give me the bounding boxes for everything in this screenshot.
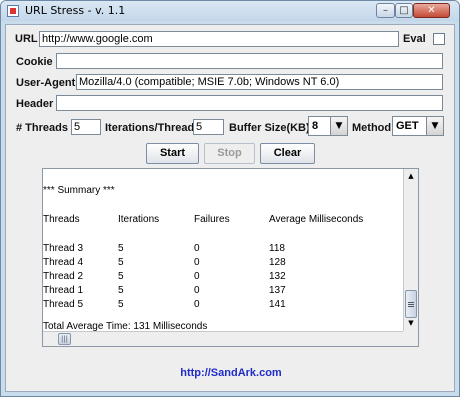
- close-button[interactable]: ✕: [413, 3, 450, 18]
- col-average-ms: Average Milliseconds: [269, 214, 364, 225]
- grip-line: [408, 304, 414, 305]
- cookie-label: Cookie: [16, 56, 53, 68]
- iterations-input[interactable]: 5: [193, 119, 224, 135]
- app-icon: [7, 5, 19, 17]
- eval-label: Eval: [403, 33, 426, 45]
- scrollbar-corner: [403, 331, 418, 346]
- horizontal-scroll-thumb[interactable]: |||: [58, 333, 71, 345]
- header-input[interactable]: [56, 95, 443, 111]
- buffer-size-label: Buffer Size(KB): [229, 122, 310, 134]
- chevron-down-icon[interactable]: ▼: [426, 117, 443, 135]
- vertical-scroll-thumb[interactable]: [405, 290, 417, 318]
- col-failures: Failures: [194, 214, 230, 225]
- horizontal-scrollbar[interactable]: |||: [43, 331, 404, 346]
- start-button[interactable]: Start: [146, 143, 199, 164]
- iterations-label: Iterations/Thread: [105, 122, 195, 134]
- buffer-size-select[interactable]: 8 ▼: [308, 116, 348, 136]
- col-threads: Threads: [43, 214, 80, 225]
- eval-checkbox[interactable]: [433, 33, 445, 45]
- summary-output: *** Summary *** Threads Iterations Failu…: [43, 185, 364, 331]
- header-label: Header: [16, 98, 54, 110]
- stop-button[interactable]: Stop: [204, 143, 255, 164]
- clear-button[interactable]: Clear: [260, 143, 315, 164]
- main-panel: URL http://www.google.com Eval Cookie Us…: [5, 24, 455, 392]
- url-input[interactable]: http://www.google.com: [39, 31, 399, 47]
- grip-line: [408, 306, 414, 307]
- user-agent-input[interactable]: Mozilla/4.0 (compatible; MSIE 7.0b; Wind…: [76, 74, 443, 90]
- grip-line: [408, 302, 414, 303]
- threads-label: # Threads: [16, 122, 68, 134]
- minimize-button[interactable]: –: [376, 3, 395, 18]
- window-title: URL Stress - v. 1.1: [25, 4, 126, 17]
- method-label: Method: [352, 122, 392, 134]
- col-iterations: Iterations: [118, 214, 160, 225]
- app-window: URL Stress - v. 1.1 – □ ✕ URL http://www…: [0, 0, 460, 397]
- vertical-scrollbar[interactable]: ▲ ▼: [403, 169, 418, 331]
- threads-input[interactable]: 5: [71, 119, 101, 135]
- scroll-up-icon[interactable]: ▲: [404, 169, 418, 184]
- scroll-down-icon[interactable]: ▼: [404, 316, 418, 331]
- sandark-link[interactable]: http://SandArk.com: [6, 367, 456, 379]
- url-label: URL: [15, 33, 38, 45]
- method-value: GET: [396, 120, 419, 132]
- maximize-button[interactable]: □: [395, 3, 413, 18]
- title-bar[interactable]: URL Stress - v. 1.1 – □ ✕: [1, 1, 459, 21]
- user-agent-label: User-Agent: [16, 77, 76, 89]
- method-select[interactable]: GET ▼: [392, 116, 444, 136]
- cookie-input[interactable]: [56, 53, 443, 69]
- chevron-down-icon[interactable]: ▼: [330, 117, 347, 135]
- buffer-size-value: 8: [312, 120, 319, 132]
- output-text-area[interactable]: *** Summary *** Threads Iterations Failu…: [42, 168, 419, 347]
